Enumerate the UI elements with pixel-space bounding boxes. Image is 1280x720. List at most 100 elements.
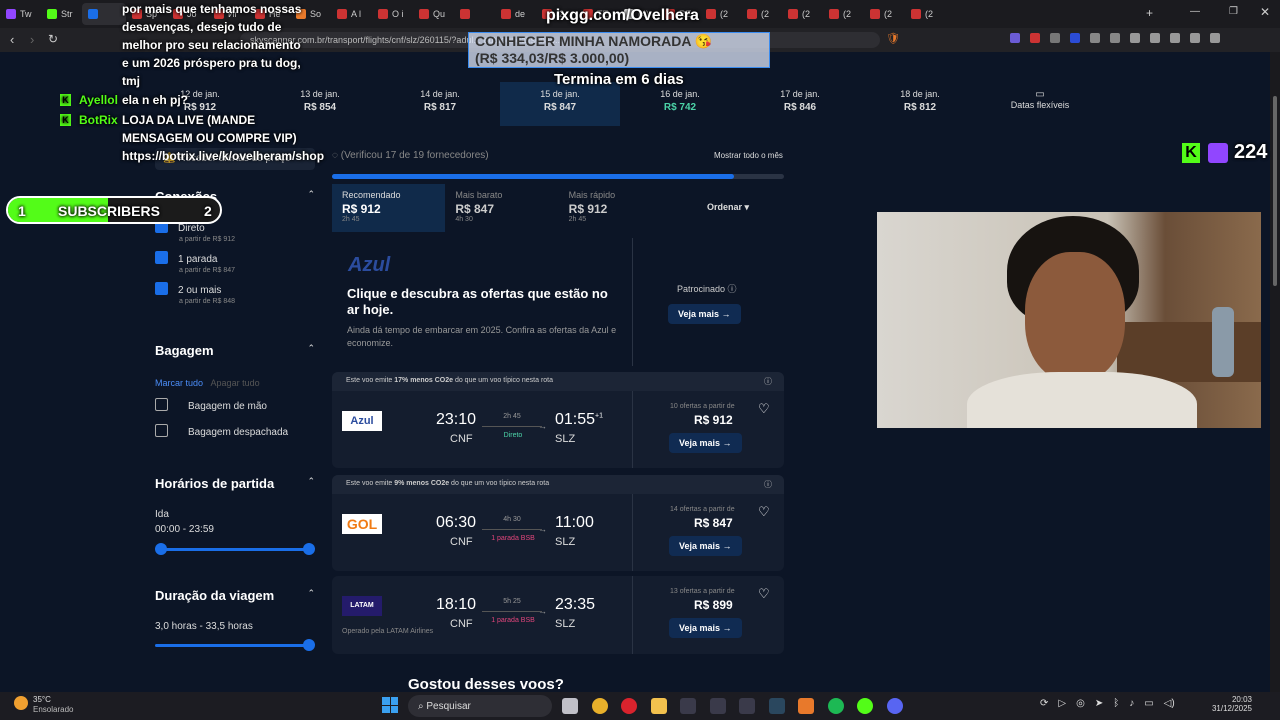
send-icon[interactable]: ➤ <box>1095 698 1103 709</box>
heart-icon[interactable]: ♡ <box>758 504 770 520</box>
view-more-button[interactable]: Veja mais → <box>669 618 742 638</box>
checkbox-unchecked[interactable] <box>155 398 168 412</box>
mic-icon[interactable]: ♪ <box>1129 698 1134 709</box>
spotify-icon[interactable] <box>827 698 844 714</box>
sidebar-icon[interactable] <box>1150 33 1160 43</box>
app-icon[interactable] <box>709 698 726 714</box>
subs-bar: 1 SUBSCRIBERS 2 <box>6 196 222 224</box>
browser-tab[interactable] <box>454 3 495 25</box>
divider <box>632 238 633 366</box>
opera-icon[interactable] <box>621 698 637 714</box>
browser-tab[interactable]: (2 <box>700 3 741 25</box>
chrome-icon[interactable] <box>591 698 608 714</box>
folder-icon[interactable] <box>650 698 667 714</box>
app-icon[interactable] <box>680 698 696 714</box>
flight-card[interactable]: LATAM 18:10 CNF 5h 25 → 1 parada BSB 23:35 SLZ O… <box>332 576 784 654</box>
browser-tab[interactable]: (2 <box>782 3 823 25</box>
play-icon[interactable]: ▷ <box>1058 698 1066 709</box>
extension-icon[interactable] <box>1070 33 1080 43</box>
extension-icon[interactable] <box>1010 33 1020 43</box>
sort-tab[interactable]: Recomendado R$ 912 2h 45 <box>332 184 446 232</box>
browser-tab[interactable]: (2 <box>741 3 782 25</box>
browser-tab[interactable]: Qu <box>413 3 454 25</box>
ad-title[interactable]: Clique e descubra as ofertas que estão n… <box>347 286 617 318</box>
minimize-icon[interactable]: — <box>1190 6 1200 17</box>
duration-slider[interactable] <box>155 639 315 651</box>
checkbox-checked[interactable] <box>155 251 168 265</box>
date-option[interactable]: 18 de jan. R$ 812 <box>860 82 980 126</box>
collapse-icon[interactable]: ⌃ <box>307 189 315 204</box>
collapse-icon[interactable]: ⌃ <box>307 343 315 358</box>
flight-card[interactable]: Este voo emite 9% menos CO2e do que um v… <box>332 475 784 571</box>
scrollbar-thumb[interactable] <box>1273 96 1277 286</box>
extension-icon[interactable] <box>1050 33 1060 43</box>
flexible-dates-button[interactable]: ▭ Datas flexíveis <box>980 82 1100 126</box>
mark-all-link[interactable]: Marcar tudo <box>155 378 203 388</box>
extension-icon[interactable] <box>1030 33 1040 43</box>
flight-card[interactable]: Este voo emite 17% menos CO2e do que um … <box>332 372 784 468</box>
weather-icon[interactable] <box>14 696 28 710</box>
browser-tab[interactable]: A l <box>331 3 372 25</box>
extension-icon[interactable] <box>1110 33 1120 43</box>
menu-icon[interactable] <box>1210 33 1220 43</box>
back-icon[interactable]: ‹ <box>10 32 14 47</box>
tray-icon[interactable]: ◎ <box>1076 698 1085 709</box>
sort-tab[interactable]: Mais barato R$ 847 4h 30 <box>445 184 558 232</box>
discord-icon[interactable] <box>886 698 903 714</box>
baggage-option[interactable]: Bagagem despachada <box>155 422 315 440</box>
date-option[interactable]: 14 de jan. R$ 817 <box>380 82 500 126</box>
kick-app-icon[interactable] <box>857 698 873 714</box>
connection-option[interactable]: 2 ou mais a partir de R$ 848 <box>155 280 315 305</box>
browser-tab[interactable]: de <box>495 3 536 25</box>
collapse-icon[interactable]: ⌃ <box>307 476 315 491</box>
wallet-icon[interactable] <box>1170 33 1180 43</box>
ad-cta-button[interactable]: Veja mais → <box>668 304 741 324</box>
clock[interactable]: 20:03 31/12/2025 <box>1208 695 1252 713</box>
heart-icon[interactable]: ♡ <box>758 586 770 602</box>
checkbox-checked[interactable] <box>155 282 168 296</box>
departure-slider[interactable] <box>155 543 315 555</box>
media-icon[interactable] <box>1130 33 1140 43</box>
browser-tab[interactable]: (2 <box>864 3 905 25</box>
vpn-icon[interactable] <box>1190 33 1200 43</box>
volume-icon[interactable]: ◁) <box>1164 698 1175 709</box>
close-icon[interactable]: ✕ <box>1260 5 1270 19</box>
collapse-icon[interactable]: ⌃ <box>307 588 315 603</box>
date-option[interactable]: 16 de jan. R$ 742 <box>620 82 740 126</box>
browser-tab[interactable]: O i <box>372 3 413 25</box>
slider-handle-max[interactable] <box>303 543 315 555</box>
browser-tab[interactable]: Tw <box>0 3 41 25</box>
browser-tab[interactable]: (2 <box>905 3 946 25</box>
view-more-button[interactable]: Veja mais → <box>669 536 742 556</box>
forward-icon[interactable]: › <box>30 32 34 47</box>
checkbox-unchecked[interactable] <box>155 424 168 438</box>
taskbar-search[interactable]: ⌕ Pesquisar <box>408 695 552 717</box>
info-icon[interactable]: ⓘ <box>764 479 772 490</box>
order-dropdown[interactable]: Ordenar ▾ <box>672 184 784 232</box>
info-icon[interactable]: ⓘ <box>764 376 772 387</box>
maximize-icon[interactable]: ❐ <box>1229 6 1238 17</box>
sort-tab[interactable]: Mais rápido R$ 912 2h 45 <box>559 184 672 232</box>
baggage-option[interactable]: Bagagem de mão <box>155 396 315 414</box>
duration-title: Duração da viagem <box>155 588 275 603</box>
slider-handle-min[interactable] <box>155 543 167 555</box>
browser-tab[interactable]: (2 <box>823 3 864 25</box>
date-option[interactable]: 15 de jan. R$ 847 <box>500 82 620 126</box>
extension-icon[interactable] <box>1090 33 1100 43</box>
slider-handle-max[interactable] <box>303 639 315 651</box>
connection-option[interactable]: 1 parada a partir de R$ 847 <box>155 249 315 274</box>
windows-start-icon[interactable] <box>382 697 398 713</box>
view-more-button[interactable]: Veja mais → <box>669 433 742 453</box>
steam-icon[interactable] <box>768 698 785 714</box>
files-icon[interactable] <box>562 698 578 714</box>
brave-icon[interactable] <box>798 698 814 714</box>
show-month-link[interactable]: Mostrar todo o mês <box>714 151 783 160</box>
app-icon[interactable] <box>739 698 755 714</box>
heart-icon[interactable]: ♡ <box>758 401 770 417</box>
bluetooth-icon[interactable]: ᛒ <box>1113 698 1119 709</box>
date-option[interactable]: 17 de jan. R$ 846 <box>740 82 860 126</box>
network-icon[interactable]: ▭ <box>1144 698 1153 709</box>
brave-shield-icon[interactable]: 🛡 <box>886 32 900 45</box>
new-tab-icon[interactable]: + <box>1146 6 1153 20</box>
sync-icon[interactable]: ⟳ <box>1040 698 1048 709</box>
